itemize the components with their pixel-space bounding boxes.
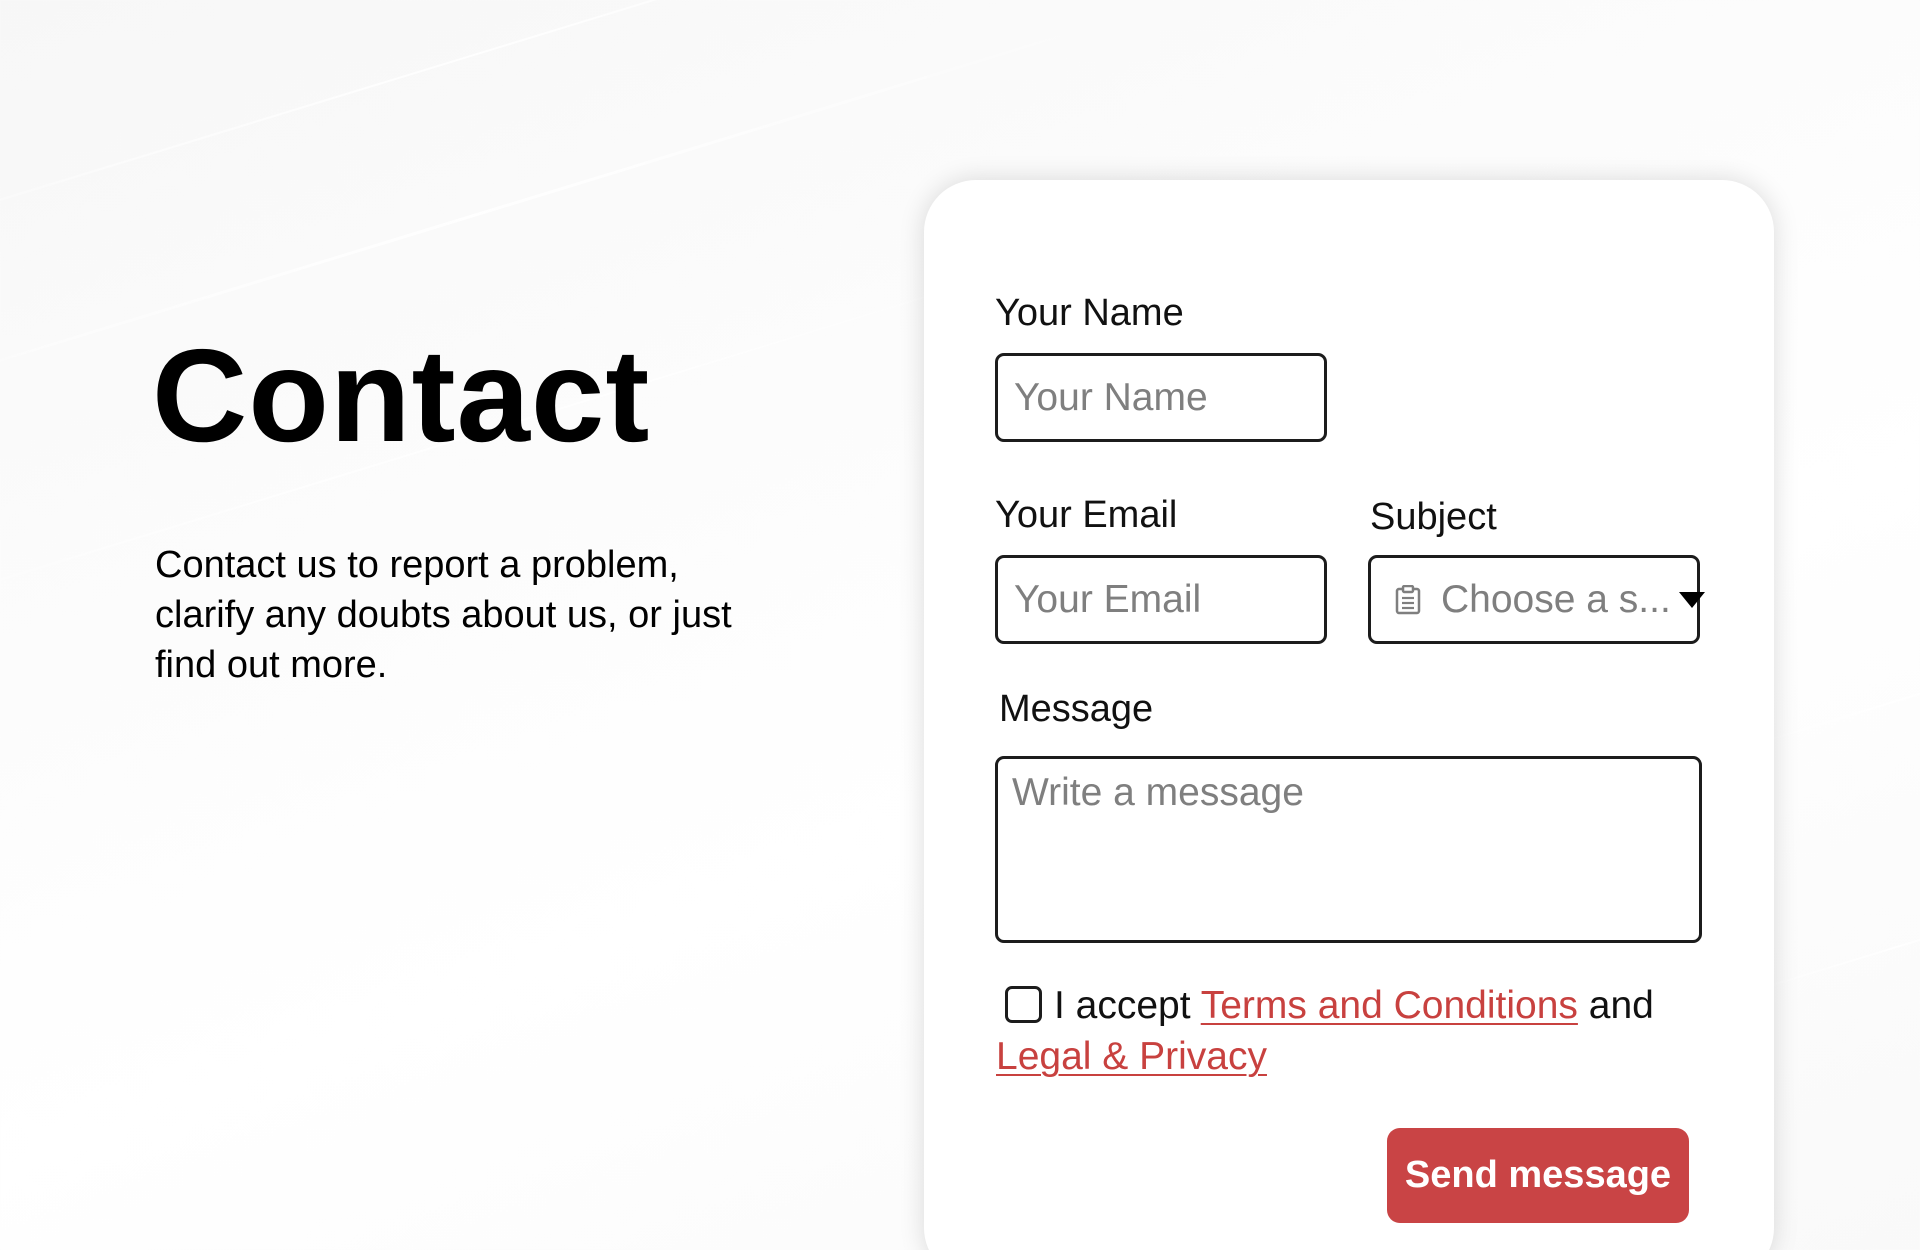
terms-consent: I accept Terms and Conditions and Legal … <box>996 980 1696 1082</box>
clipboard-icon <box>1395 584 1421 614</box>
page-description: Contact us to report a problem, clarify … <box>155 544 732 686</box>
subject-select[interactable]: Choose a s... <box>1368 555 1705 644</box>
contact-form-card: Your Name Your Email Subject Choose a s.… <box>924 180 1774 1250</box>
privacy-link[interactable]: Legal & Privacy <box>996 1035 1267 1078</box>
email-label: Your Email <box>995 494 1178 536</box>
terms-checkbox[interactable] <box>1005 986 1042 1023</box>
message-textarea[interactable] <box>995 756 1702 943</box>
name-label: Your Name <box>995 292 1184 334</box>
send-message-button[interactable]: Send message <box>1387 1128 1689 1223</box>
name-input[interactable] <box>995 353 1327 442</box>
terms-link[interactable]: Terms and Conditions <box>1201 984 1578 1027</box>
page-title: Contact <box>152 322 651 469</box>
subject-select-value: Choose a s... <box>1441 577 1671 621</box>
subject-label: Subject <box>1370 496 1497 538</box>
consent-prefix: I accept <box>1054 984 1191 1027</box>
consent-conjunction: and <box>1588 984 1654 1027</box>
message-label: Message <box>999 688 1154 730</box>
email-input[interactable] <box>995 555 1327 644</box>
chevron-down-icon <box>1678 591 1705 608</box>
